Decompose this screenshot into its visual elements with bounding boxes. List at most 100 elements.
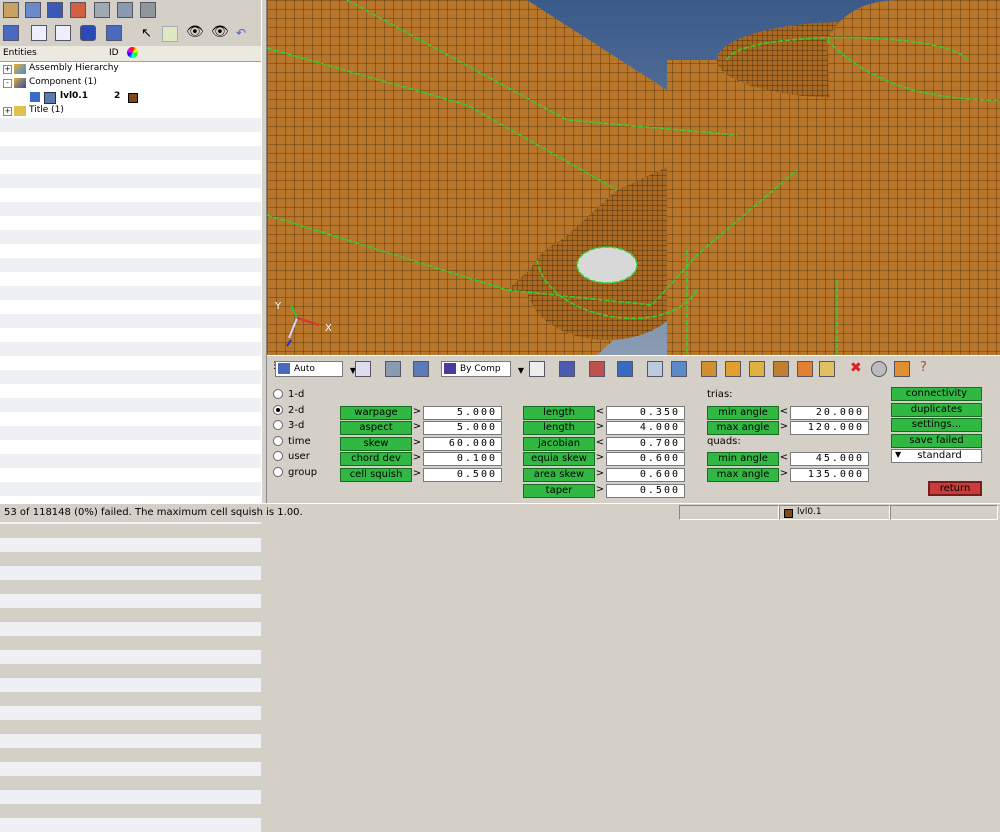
show-only-icon[interactable]: [749, 361, 765, 377]
hide-icon[interactable]: [773, 361, 789, 377]
feature-lines-icon[interactable]: [589, 361, 605, 377]
isolate-eye-icon[interactable]: 👁: [211, 24, 229, 40]
threshold-field[interactable]: 0.600: [606, 452, 685, 467]
criterion-button[interactable]: jacobian: [523, 436, 595, 451]
expand-toggle[interactable]: +: [3, 107, 12, 116]
shading-icon[interactable]: [385, 361, 401, 377]
criterion-button[interactable]: length: [523, 421, 595, 436]
find-icon[interactable]: [162, 26, 178, 42]
threshold-field[interactable]: 5.000: [423, 421, 502, 436]
entity-view-icon[interactable]: [140, 2, 156, 18]
color-column-icon[interactable]: [127, 47, 138, 58]
id-column-header[interactable]: ID: [109, 48, 119, 58]
expand-all-icon[interactable]: [31, 25, 47, 41]
action-savefailed-button[interactable]: save failed: [891, 433, 982, 448]
action-duplicates-button[interactable]: duplicates: [891, 402, 982, 417]
threshold-field[interactable]: 135.000: [790, 468, 869, 482]
threshold-field[interactable]: 0.100: [423, 452, 502, 467]
standard-select[interactable]: standard: [891, 449, 982, 464]
comparison-operator[interactable]: <: [779, 452, 789, 463]
collapse-toggle[interactable]: -: [3, 79, 12, 88]
threshold-field[interactable]: 20.000: [790, 405, 869, 420]
delete-icon[interactable]: ✖: [850, 360, 862, 376]
radio-group[interactable]: group: [273, 467, 317, 478]
dropdown-arrow-icon[interactable]: ▼: [518, 364, 524, 378]
criterion-button[interactable]: warpage: [340, 405, 412, 420]
criterion-button[interactable]: max angle: [707, 468, 779, 482]
threshold-field[interactable]: 4.000: [606, 421, 685, 436]
comparison-operator[interactable]: <: [595, 437, 605, 448]
criterion-button[interactable]: min angle: [707, 405, 779, 420]
show-all-icon[interactable]: [725, 361, 741, 377]
wireframe-icon[interactable]: [529, 361, 545, 377]
radio-time[interactable]: time: [273, 435, 311, 447]
component-color-swatch[interactable]: [128, 93, 138, 103]
help-icon[interactable]: ?: [920, 360, 927, 375]
entities-column-header[interactable]: Entities: [3, 48, 37, 58]
auto-selector[interactable]: Auto ▼: [275, 361, 356, 377]
comparison-operator[interactable]: >: [595, 468, 605, 479]
criterion-button[interactable]: chord dev: [340, 452, 412, 467]
transparency-icon[interactable]: [647, 361, 663, 377]
comparison-operator[interactable]: >: [412, 468, 422, 479]
tree-row-title[interactable]: + Title (1): [0, 104, 261, 118]
model-view-icon[interactable]: [3, 2, 19, 18]
threshold-field[interactable]: 5.000: [423, 405, 502, 420]
criterion-button[interactable]: max angle: [707, 421, 779, 436]
threshold-field[interactable]: 45.000: [790, 452, 869, 467]
radio-dot[interactable]: [273, 420, 283, 431]
radio-dot[interactable]: [273, 467, 283, 477]
criterion-button[interactable]: skew: [340, 436, 412, 451]
graphics-viewport[interactable]: Y X: [267, 0, 1000, 355]
tree-row-assembly-hierarchy[interactable]: + Assembly Hierarchy: [0, 62, 261, 76]
include-view-icon[interactable]: [94, 2, 110, 18]
connectors-view-icon[interactable]: [25, 2, 41, 18]
return-button[interactable]: return: [928, 481, 982, 496]
action-connectivity-button[interactable]: connectivity: [891, 387, 982, 401]
radio-1-d[interactable]: 1-d: [273, 389, 304, 400]
threshold-field[interactable]: 60.000: [423, 436, 502, 451]
threshold-field[interactable]: 0.500: [423, 468, 502, 482]
comparison-operator[interactable]: >: [412, 452, 422, 463]
comparison-operator[interactable]: >: [779, 468, 789, 479]
threshold-field[interactable]: 0.500: [606, 483, 685, 498]
element-shrink-icon[interactable]: [617, 361, 633, 377]
tree-row-lvl0-1[interactable]: lvl0.1 2: [0, 90, 261, 104]
threshold-field[interactable]: 0.700: [606, 436, 685, 451]
mask-view-icon[interactable]: [70, 2, 86, 18]
comparison-operator[interactable]: >: [595, 421, 605, 432]
radio-dot[interactable]: [273, 435, 283, 446]
criterion-button[interactable]: min angle: [707, 452, 779, 467]
threshold-field[interactable]: 0.600: [606, 468, 685, 482]
pointer-icon[interactable]: ↖: [141, 26, 152, 41]
show-hide-eye-icon[interactable]: 👁: [186, 24, 204, 40]
comparison-operator[interactable]: >: [412, 406, 422, 417]
criterion-button[interactable]: aspect: [340, 421, 412, 436]
comparison-operator[interactable]: >: [412, 437, 422, 448]
perspective-icon[interactable]: [413, 361, 429, 377]
monitor-icon[interactable]: [671, 361, 687, 377]
rotate-icon[interactable]: [355, 361, 371, 377]
comparison-operator[interactable]: >: [779, 421, 789, 432]
comparison-operator[interactable]: >: [595, 452, 605, 463]
expand-toggle[interactable]: +: [3, 65, 12, 74]
comparison-operator[interactable]: <: [595, 406, 605, 417]
threshold-field[interactable]: 120.000: [790, 421, 869, 436]
action-settings-button[interactable]: settings...: [891, 418, 982, 433]
radio-3-d[interactable]: 3-d: [273, 420, 304, 431]
display-icon[interactable]: [3, 25, 19, 41]
radio-dot[interactable]: [273, 389, 283, 399]
radio-2-d[interactable]: 2-d: [273, 404, 304, 416]
radio-dot[interactable]: [273, 451, 283, 462]
color-by-selector[interactable]: By Comp ▼: [441, 361, 524, 377]
radio-dot[interactable]: [273, 404, 283, 415]
components-view-icon[interactable]: [47, 2, 63, 18]
mask-filter-icon[interactable]: [819, 361, 835, 377]
dropdown-arrow-icon[interactable]: ▼: [895, 450, 901, 459]
shaded-elements-icon[interactable]: [559, 361, 575, 377]
criterion-button[interactable]: cell squish: [340, 468, 412, 482]
criterion-button[interactable]: equia skew: [523, 452, 595, 467]
tree-row-component[interactable]: - Component (1): [0, 76, 261, 90]
collapse-all-icon[interactable]: [55, 25, 71, 41]
criterion-button[interactable]: area skew: [523, 468, 595, 482]
